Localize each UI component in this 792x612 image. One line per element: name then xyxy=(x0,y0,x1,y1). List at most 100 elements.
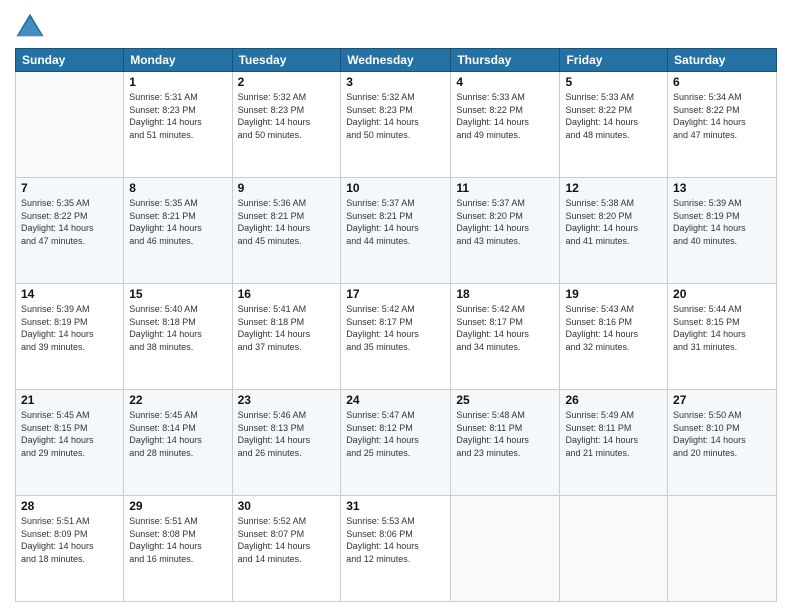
day-cell: 18 Sunrise: 5:42 AM Sunset: 8:17 PM Dayli… xyxy=(451,284,560,390)
week-row-3: 14 Sunrise: 5:39 AM Sunset: 8:19 PM Dayli… xyxy=(16,284,777,390)
day-cell: 11 Sunrise: 5:37 AM Sunset: 8:20 PM Dayli… xyxy=(451,178,560,284)
day-cell: 9 Sunrise: 5:36 AM Sunset: 8:21 PM Daylig… xyxy=(232,178,341,284)
day-info: Sunrise: 5:32 AM Sunset: 8:23 PM Dayligh… xyxy=(238,91,336,141)
day-info: Sunrise: 5:46 AM Sunset: 8:13 PM Dayligh… xyxy=(238,409,336,459)
day-info: Sunrise: 5:52 AM Sunset: 8:07 PM Dayligh… xyxy=(238,515,336,565)
day-cell: 8Sunrise: 5:35 AM Sunset: 8:21 PM Daylig… xyxy=(124,178,232,284)
day-number: 5 xyxy=(565,75,662,89)
day-cell: 23 Sunrise: 5:46 AM Sunset: 8:13 PM Dayli… xyxy=(232,390,341,496)
day-cell: 30Sunrise: 5:52 AM Sunset: 8:07 PM Dayli… xyxy=(232,496,341,602)
header-day-wednesday: Wednesday xyxy=(341,49,451,72)
day-cell: 21 Sunrise: 5:45 AM Sunset: 8:15 PM Dayli… xyxy=(16,390,124,496)
day-number: 21 xyxy=(21,393,118,407)
day-info: Sunrise: 5:34 AM Sunset: 8:22 PM Dayligh… xyxy=(673,91,771,141)
day-info: Sunrise: 5:50 AM Sunset: 8:10 PM Dayligh… xyxy=(673,409,771,459)
day-number: 9 xyxy=(238,181,336,195)
day-number: 22 xyxy=(129,393,226,407)
week-row-5: 28 Sunrise: 5:51 AM Sunset: 8:09 PM Dayli… xyxy=(16,496,777,602)
day-cell: 22 Sunrise: 5:45 AM Sunset: 8:14 PM Dayli… xyxy=(124,390,232,496)
day-number: 2 xyxy=(238,75,336,89)
day-number: 3 xyxy=(346,75,445,89)
day-number: 18 xyxy=(456,287,554,301)
day-number: 20 xyxy=(673,287,771,301)
day-number: 27 xyxy=(673,393,771,407)
day-number: 10 xyxy=(346,181,445,195)
day-info: Sunrise: 5:48 AM Sunset: 8:11 PM Dayligh… xyxy=(456,409,554,459)
day-info: Sunrise: 5:33 AM Sunset: 8:22 PM Dayligh… xyxy=(565,91,662,141)
day-number: 25 xyxy=(456,393,554,407)
day-cell: 12 Sunrise: 5:38 AM Sunset: 8:20 PM Dayli… xyxy=(560,178,668,284)
day-info: Sunrise: 5:31 AM Sunset: 8:23 PM Dayligh… xyxy=(129,91,226,141)
day-number: 31 xyxy=(346,499,445,513)
day-info: Sunrise: 5:51 AM Sunset: 8:09 PM Dayligh… xyxy=(21,515,118,565)
day-info: Sunrise: 5:49 AM Sunset: 8:11 PM Dayligh… xyxy=(565,409,662,459)
day-info: Sunrise: 5:43 AM Sunset: 8:16 PM Dayligh… xyxy=(565,303,662,353)
day-cell: 1 Sunrise: 5:31 AM Sunset: 8:23 PM Daylig… xyxy=(124,72,232,178)
day-info: Sunrise: 5:33 AM Sunset: 8:22 PM Dayligh… xyxy=(456,91,554,141)
day-cell xyxy=(668,496,777,602)
day-cell: 15Sunrise: 5:40 AM Sunset: 8:18 PM Dayli… xyxy=(124,284,232,390)
day-number: 13 xyxy=(673,181,771,195)
day-cell: 28 Sunrise: 5:51 AM Sunset: 8:09 PM Dayli… xyxy=(16,496,124,602)
day-cell: 31 Sunrise: 5:53 AM Sunset: 8:06 PM Dayli… xyxy=(341,496,451,602)
logo xyxy=(15,10,49,40)
day-number: 23 xyxy=(238,393,336,407)
day-info: Sunrise: 5:38 AM Sunset: 8:20 PM Dayligh… xyxy=(565,197,662,247)
day-cell: 17Sunrise: 5:42 AM Sunset: 8:17 PM Dayli… xyxy=(341,284,451,390)
day-cell: 19 Sunrise: 5:43 AM Sunset: 8:16 PM Dayli… xyxy=(560,284,668,390)
logo-icon xyxy=(15,10,45,40)
day-info: Sunrise: 5:36 AM Sunset: 8:21 PM Dayligh… xyxy=(238,197,336,247)
day-cell: 24 Sunrise: 5:47 AM Sunset: 8:12 PM Dayli… xyxy=(341,390,451,496)
week-row-4: 21 Sunrise: 5:45 AM Sunset: 8:15 PM Dayli… xyxy=(16,390,777,496)
day-number: 6 xyxy=(673,75,771,89)
day-cell: 10 Sunrise: 5:37 AM Sunset: 8:21 PM Dayli… xyxy=(341,178,451,284)
day-cell xyxy=(16,72,124,178)
day-cell: 5 Sunrise: 5:33 AM Sunset: 8:22 PM Daylig… xyxy=(560,72,668,178)
day-info: Sunrise: 5:42 AM Sunset: 8:17 PM Dayligh… xyxy=(346,303,445,353)
day-number: 11 xyxy=(456,181,554,195)
day-info: Sunrise: 5:51 AM Sunset: 8:08 PM Dayligh… xyxy=(129,515,226,565)
day-cell: 6 Sunrise: 5:34 AM Sunset: 8:22 PM Daylig… xyxy=(668,72,777,178)
day-number: 19 xyxy=(565,287,662,301)
day-info: Sunrise: 5:37 AM Sunset: 8:21 PM Dayligh… xyxy=(346,197,445,247)
day-info: Sunrise: 5:53 AM Sunset: 8:06 PM Dayligh… xyxy=(346,515,445,565)
day-number: 8 xyxy=(129,181,226,195)
header-day-friday: Friday xyxy=(560,49,668,72)
day-cell: 13Sunrise: 5:39 AM Sunset: 8:19 PM Dayli… xyxy=(668,178,777,284)
day-cell: 20 Sunrise: 5:44 AM Sunset: 8:15 PM Dayli… xyxy=(668,284,777,390)
day-info: Sunrise: 5:45 AM Sunset: 8:14 PM Dayligh… xyxy=(129,409,226,459)
header-day-thursday: Thursday xyxy=(451,49,560,72)
day-number: 16 xyxy=(238,287,336,301)
day-number: 24 xyxy=(346,393,445,407)
day-number: 1 xyxy=(129,75,226,89)
day-cell: 16 Sunrise: 5:41 AM Sunset: 8:18 PM Dayli… xyxy=(232,284,341,390)
header-day-tuesday: Tuesday xyxy=(232,49,341,72)
day-info: Sunrise: 5:37 AM Sunset: 8:20 PM Dayligh… xyxy=(456,197,554,247)
day-info: Sunrise: 5:35 AM Sunset: 8:22 PM Dayligh… xyxy=(21,197,118,247)
day-info: Sunrise: 5:47 AM Sunset: 8:12 PM Dayligh… xyxy=(346,409,445,459)
day-info: Sunrise: 5:32 AM Sunset: 8:23 PM Dayligh… xyxy=(346,91,445,141)
page: SundayMondayTuesdayWednesdayThursdayFrid… xyxy=(0,0,792,612)
day-number: 7 xyxy=(21,181,118,195)
header-day-saturday: Saturday xyxy=(668,49,777,72)
day-cell: 29 Sunrise: 5:51 AM Sunset: 8:08 PM Dayli… xyxy=(124,496,232,602)
day-cell: 7 Sunrise: 5:35 AM Sunset: 8:22 PM Daylig… xyxy=(16,178,124,284)
week-row-2: 7 Sunrise: 5:35 AM Sunset: 8:22 PM Daylig… xyxy=(16,178,777,284)
day-info: Sunrise: 5:44 AM Sunset: 8:15 PM Dayligh… xyxy=(673,303,771,353)
day-cell: 25 Sunrise: 5:48 AM Sunset: 8:11 PM Dayli… xyxy=(451,390,560,496)
header-day-monday: Monday xyxy=(124,49,232,72)
day-number: 15 xyxy=(129,287,226,301)
day-number: 28 xyxy=(21,499,118,513)
header xyxy=(15,10,777,40)
day-info: Sunrise: 5:39 AM Sunset: 8:19 PM Dayligh… xyxy=(21,303,118,353)
day-cell xyxy=(451,496,560,602)
day-info: Sunrise: 5:42 AM Sunset: 8:17 PM Dayligh… xyxy=(456,303,554,353)
day-number: 14 xyxy=(21,287,118,301)
day-info: Sunrise: 5:45 AM Sunset: 8:15 PM Dayligh… xyxy=(21,409,118,459)
day-info: Sunrise: 5:41 AM Sunset: 8:18 PM Dayligh… xyxy=(238,303,336,353)
day-cell: 14 Sunrise: 5:39 AM Sunset: 8:19 PM Dayli… xyxy=(16,284,124,390)
day-cell: 27 Sunrise: 5:50 AM Sunset: 8:10 PM Dayli… xyxy=(668,390,777,496)
day-cell: 4Sunrise: 5:33 AM Sunset: 8:22 PM Daylig… xyxy=(451,72,560,178)
day-number: 12 xyxy=(565,181,662,195)
day-number: 29 xyxy=(129,499,226,513)
